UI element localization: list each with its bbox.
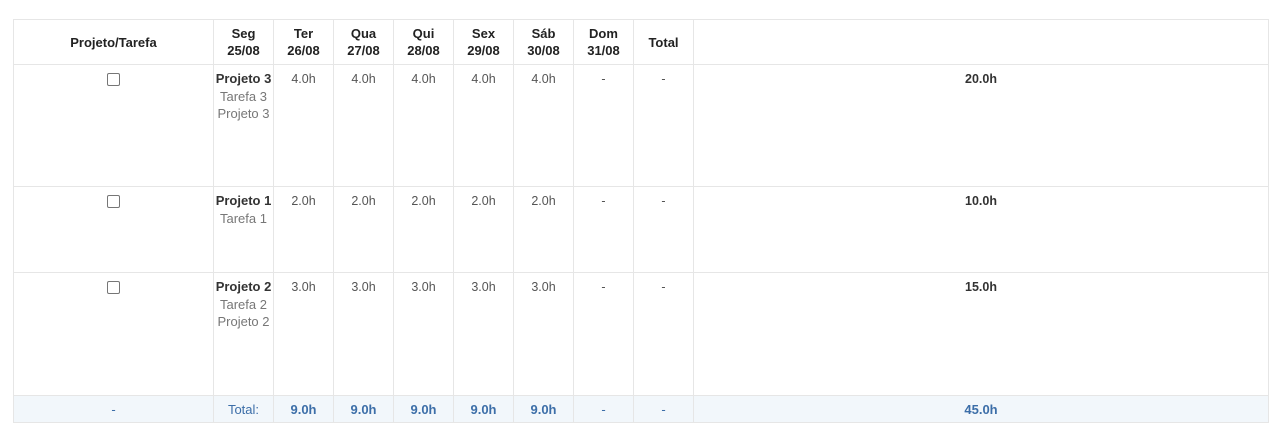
table-row: Projeto 2 Tarefa 2 Projeto 2 3.0h 3.0h 3… xyxy=(13,272,1269,396)
day-total: 9.0h xyxy=(393,395,454,423)
day-name: Qua xyxy=(350,26,377,41)
day-total: - xyxy=(633,395,694,423)
project-name: Projeto 1 xyxy=(215,193,272,208)
day-date: 28/08 xyxy=(407,43,440,58)
header-day-sat: Sáb 30/08 xyxy=(513,19,574,65)
project-task-cell: Projeto 1 Tarefa 1 xyxy=(213,186,274,273)
header-total: Total xyxy=(633,19,694,65)
row-select-cell xyxy=(13,272,214,396)
header-day-tue: Ter 26/08 xyxy=(273,19,334,65)
totals-row: - Total: 9.0h 9.0h 9.0h 9.0h 9.0h - - 45… xyxy=(13,395,1269,423)
row-checkbox[interactable] xyxy=(107,195,120,208)
hours-cell: 4.0h xyxy=(453,64,514,187)
timesheet-container: Projeto/Tarefa Seg 25/08 Ter 26/08 Qua 27/0… xyxy=(13,19,1269,423)
header-day-mon: Seg 25/08 xyxy=(213,19,274,65)
task-name: Tarefa 1 xyxy=(220,210,267,226)
task-name: Tarefa 3 xyxy=(220,88,267,104)
project-task-cell: Projeto 3 Tarefa 3 Projeto 3 xyxy=(213,64,274,187)
project-subname: Projeto 3 xyxy=(217,106,270,121)
header-row: Projeto/Tarefa Seg 25/08 Ter 26/08 Qua 27/0… xyxy=(13,19,1269,65)
header-project-task: Projeto/Tarefa xyxy=(13,19,214,65)
header-day-sun: Dom 31/08 xyxy=(573,19,634,65)
hours-cell: 3.0h xyxy=(453,272,514,396)
day-name: Dom xyxy=(589,26,618,41)
hours-cell: 2.0h xyxy=(333,186,394,273)
totals-first-cell: - xyxy=(13,395,214,423)
row-checkbox[interactable] xyxy=(107,73,120,86)
hours-cell: 3.0h xyxy=(393,272,454,396)
day-date: 30/08 xyxy=(527,43,560,58)
hours-cell: - xyxy=(573,186,634,273)
hours-cell: 4.0h xyxy=(393,64,454,187)
hours-cell: 4.0h xyxy=(333,64,394,187)
hours-cell: 4.0h xyxy=(513,64,574,187)
header-empty xyxy=(693,19,1269,65)
project-name: Projeto 3 xyxy=(215,71,272,86)
hours-cell: 2.0h xyxy=(273,186,334,273)
row-total: 15.0h xyxy=(693,272,1269,396)
timesheet-table: Projeto/Tarefa Seg 25/08 Ter 26/08 Qua 27/0… xyxy=(13,19,1269,423)
row-select-cell xyxy=(13,64,214,187)
day-name: Sáb xyxy=(531,26,556,41)
hours-cell: - xyxy=(633,186,694,273)
totals-label: Total: xyxy=(213,395,274,423)
hours-cell: - xyxy=(573,272,634,396)
day-total: 9.0h xyxy=(333,395,394,423)
day-date: 26/08 xyxy=(287,43,320,58)
row-checkbox[interactable] xyxy=(107,281,120,294)
day-name: Qui xyxy=(412,26,435,41)
row-select-cell xyxy=(13,186,214,273)
hours-cell: 2.0h xyxy=(393,186,454,273)
day-total: - xyxy=(573,395,634,423)
table-row: Projeto 1 Tarefa 1 2.0h 2.0h 2.0h 2.0h 2… xyxy=(13,186,1269,273)
day-name: Ter xyxy=(293,26,314,41)
header-day-wed: Qua 27/08 xyxy=(333,19,394,65)
hours-cell: - xyxy=(633,64,694,187)
day-name: Seg xyxy=(231,26,256,41)
row-total: 20.0h xyxy=(693,64,1269,187)
day-date: 25/08 xyxy=(227,43,260,58)
day-date: 31/08 xyxy=(587,43,620,58)
grand-total: 45.0h xyxy=(693,395,1269,423)
hours-cell: 2.0h xyxy=(513,186,574,273)
hours-cell: 4.0h xyxy=(273,64,334,187)
hours-cell: - xyxy=(633,272,694,396)
hours-cell: 3.0h xyxy=(333,272,394,396)
header-day-thu: Qui 28/08 xyxy=(393,19,454,65)
day-name: Sex xyxy=(471,26,496,41)
day-total: 9.0h xyxy=(273,395,334,423)
project-name: Projeto 2 xyxy=(215,279,272,294)
project-subname: Projeto 2 xyxy=(217,314,270,329)
day-total: 9.0h xyxy=(453,395,514,423)
hours-cell: 2.0h xyxy=(453,186,514,273)
task-name: Tarefa 2 xyxy=(220,296,267,312)
day-date: 27/08 xyxy=(347,43,380,58)
day-date: 29/08 xyxy=(467,43,500,58)
table-row: Projeto 3 Tarefa 3 Projeto 3 4.0h 4.0h 4… xyxy=(13,64,1269,187)
row-total: 10.0h xyxy=(693,186,1269,273)
hours-cell: 3.0h xyxy=(273,272,334,396)
day-total: 9.0h xyxy=(513,395,574,423)
project-task-cell: Projeto 2 Tarefa 2 Projeto 2 xyxy=(213,272,274,396)
hours-cell: - xyxy=(573,64,634,187)
hours-cell: 3.0h xyxy=(513,272,574,396)
header-day-fri: Sex 29/08 xyxy=(453,19,514,65)
